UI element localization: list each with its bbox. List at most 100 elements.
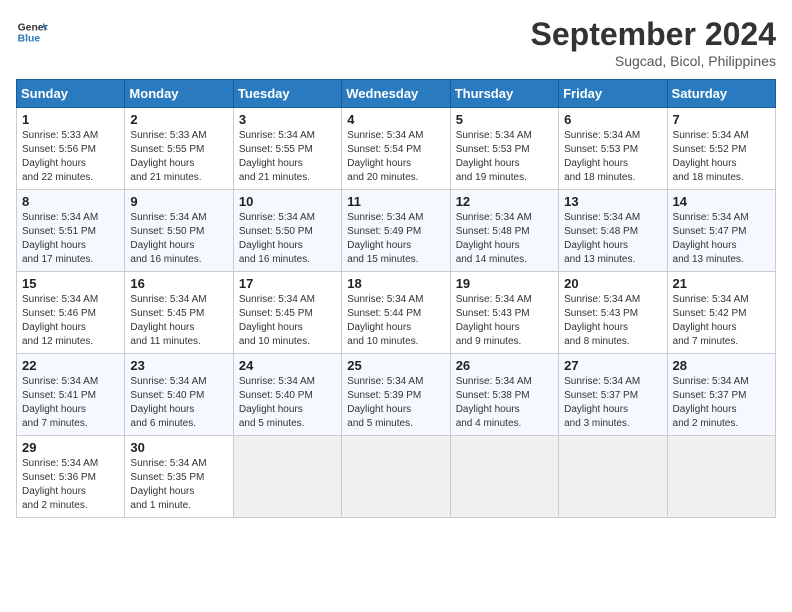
sunrise-label: Sunrise: 5:34 AM — [22, 376, 98, 387]
daylight-label: Daylight hours — [347, 322, 411, 333]
title-block: September 2024 Sugcad, Bicol, Philippine… — [531, 16, 776, 69]
calendar-cell: 30 Sunrise: 5:34 AM Sunset: 5:35 PM Dayl… — [125, 436, 233, 518]
day-info: Sunrise: 5:34 AM Sunset: 5:41 PM Dayligh… — [22, 375, 119, 431]
sunset-label: Sunset: 5:35 PM — [130, 472, 204, 483]
calendar-cell: 16 Sunrise: 5:34 AM Sunset: 5:45 PM Dayl… — [125, 272, 233, 354]
week-row-3: 15 Sunrise: 5:34 AM Sunset: 5:46 PM Dayl… — [17, 272, 776, 354]
daylight-value: and 12 minutes. — [22, 336, 93, 347]
calendar-cell: 8 Sunrise: 5:34 AM Sunset: 5:51 PM Dayli… — [17, 190, 125, 272]
sunset-label: Sunset: 5:40 PM — [239, 390, 313, 401]
week-row-5: 29 Sunrise: 5:34 AM Sunset: 5:36 PM Dayl… — [17, 436, 776, 518]
calendar-cell: 17 Sunrise: 5:34 AM Sunset: 5:45 PM Dayl… — [233, 272, 341, 354]
daylight-value: and 19 minutes. — [456, 172, 527, 183]
calendar-cell: 7 Sunrise: 5:34 AM Sunset: 5:52 PM Dayli… — [667, 108, 775, 190]
daylight-value: and 7 minutes. — [22, 418, 88, 429]
sunset-label: Sunset: 5:40 PM — [130, 390, 204, 401]
day-number: 5 — [456, 112, 553, 127]
day-info: Sunrise: 5:34 AM Sunset: 5:40 PM Dayligh… — [130, 375, 227, 431]
day-info: Sunrise: 5:34 AM Sunset: 5:38 PM Dayligh… — [456, 375, 553, 431]
day-number: 8 — [22, 194, 119, 209]
day-number: 21 — [673, 276, 770, 291]
calendar-cell: 25 Sunrise: 5:34 AM Sunset: 5:39 PM Dayl… — [342, 354, 450, 436]
calendar-cell — [342, 436, 450, 518]
day-number: 7 — [673, 112, 770, 127]
calendar-cell: 3 Sunrise: 5:34 AM Sunset: 5:55 PM Dayli… — [233, 108, 341, 190]
daylight-label: Daylight hours — [673, 322, 737, 333]
day-header-saturday: Saturday — [667, 80, 775, 108]
svg-text:Blue: Blue — [18, 34, 41, 45]
day-number: 20 — [564, 276, 661, 291]
sunrise-label: Sunrise: 5:34 AM — [673, 294, 749, 305]
day-number: 1 — [22, 112, 119, 127]
page-header: General Blue September 2024 Sugcad, Bico… — [16, 16, 776, 69]
daylight-label: Daylight hours — [130, 158, 194, 169]
daylight-value: and 22 minutes. — [22, 172, 93, 183]
day-number: 18 — [347, 276, 444, 291]
daylight-value: and 2 minutes. — [22, 500, 88, 511]
daylight-value: and 7 minutes. — [673, 336, 739, 347]
calendar-cell: 14 Sunrise: 5:34 AM Sunset: 5:47 PM Dayl… — [667, 190, 775, 272]
sunrise-label: Sunrise: 5:34 AM — [130, 212, 206, 223]
sunrise-label: Sunrise: 5:34 AM — [347, 376, 423, 387]
daylight-label: Daylight hours — [456, 404, 520, 415]
sunset-label: Sunset: 5:55 PM — [239, 144, 313, 155]
calendar-header-row: SundayMondayTuesdayWednesdayThursdayFrid… — [17, 80, 776, 108]
sunrise-label: Sunrise: 5:33 AM — [130, 130, 206, 141]
daylight-value: and 13 minutes. — [564, 254, 635, 265]
logo-icon: General Blue — [16, 16, 48, 48]
sunrise-label: Sunrise: 5:34 AM — [564, 294, 640, 305]
calendar-cell: 20 Sunrise: 5:34 AM Sunset: 5:43 PM Dayl… — [559, 272, 667, 354]
daylight-label: Daylight hours — [456, 158, 520, 169]
calendar-cell — [667, 436, 775, 518]
sunset-label: Sunset: 5:51 PM — [22, 226, 96, 237]
day-info: Sunrise: 5:34 AM Sunset: 5:47 PM Dayligh… — [673, 211, 770, 267]
sunrise-label: Sunrise: 5:34 AM — [456, 294, 532, 305]
sunrise-label: Sunrise: 5:34 AM — [673, 212, 749, 223]
daylight-value: and 1 minute. — [130, 500, 191, 511]
daylight-label: Daylight hours — [564, 404, 628, 415]
daylight-label: Daylight hours — [673, 240, 737, 251]
sunrise-label: Sunrise: 5:34 AM — [239, 294, 315, 305]
day-info: Sunrise: 5:33 AM Sunset: 5:55 PM Dayligh… — [130, 129, 227, 185]
sunset-label: Sunset: 5:43 PM — [456, 308, 530, 319]
sunset-label: Sunset: 5:54 PM — [347, 144, 421, 155]
daylight-value: and 4 minutes. — [456, 418, 522, 429]
calendar-cell: 22 Sunrise: 5:34 AM Sunset: 5:41 PM Dayl… — [17, 354, 125, 436]
daylight-label: Daylight hours — [239, 158, 303, 169]
daylight-value: and 13 minutes. — [673, 254, 744, 265]
day-number: 16 — [130, 276, 227, 291]
sunrise-label: Sunrise: 5:34 AM — [564, 130, 640, 141]
calendar-cell: 4 Sunrise: 5:34 AM Sunset: 5:54 PM Dayli… — [342, 108, 450, 190]
day-header-sunday: Sunday — [17, 80, 125, 108]
daylight-label: Daylight hours — [22, 240, 86, 251]
daylight-label: Daylight hours — [239, 240, 303, 251]
daylight-value: and 9 minutes. — [456, 336, 522, 347]
day-number: 22 — [22, 358, 119, 373]
sunset-label: Sunset: 5:50 PM — [239, 226, 313, 237]
daylight-value: and 18 minutes. — [673, 172, 744, 183]
calendar-cell: 21 Sunrise: 5:34 AM Sunset: 5:42 PM Dayl… — [667, 272, 775, 354]
daylight-value: and 16 minutes. — [239, 254, 310, 265]
sunset-label: Sunset: 5:37 PM — [564, 390, 638, 401]
sunset-label: Sunset: 5:50 PM — [130, 226, 204, 237]
day-info: Sunrise: 5:34 AM Sunset: 5:45 PM Dayligh… — [130, 293, 227, 349]
day-number: 3 — [239, 112, 336, 127]
calendar-cell: 1 Sunrise: 5:33 AM Sunset: 5:56 PM Dayli… — [17, 108, 125, 190]
daylight-label: Daylight hours — [130, 322, 194, 333]
calendar-cell: 15 Sunrise: 5:34 AM Sunset: 5:46 PM Dayl… — [17, 272, 125, 354]
daylight-label: Daylight hours — [347, 240, 411, 251]
calendar-cell: 6 Sunrise: 5:34 AM Sunset: 5:53 PM Dayli… — [559, 108, 667, 190]
sunrise-label: Sunrise: 5:34 AM — [239, 130, 315, 141]
sunset-label: Sunset: 5:52 PM — [673, 144, 747, 155]
sunset-label: Sunset: 5:42 PM — [673, 308, 747, 319]
sunset-label: Sunset: 5:53 PM — [456, 144, 530, 155]
sunset-label: Sunset: 5:48 PM — [456, 226, 530, 237]
sunrise-label: Sunrise: 5:34 AM — [456, 130, 532, 141]
daylight-label: Daylight hours — [130, 486, 194, 497]
daylight-value: and 15 minutes. — [347, 254, 418, 265]
day-header-tuesday: Tuesday — [233, 80, 341, 108]
calendar-cell — [559, 436, 667, 518]
day-header-thursday: Thursday — [450, 80, 558, 108]
sunrise-label: Sunrise: 5:34 AM — [564, 212, 640, 223]
day-info: Sunrise: 5:34 AM Sunset: 5:45 PM Dayligh… — [239, 293, 336, 349]
